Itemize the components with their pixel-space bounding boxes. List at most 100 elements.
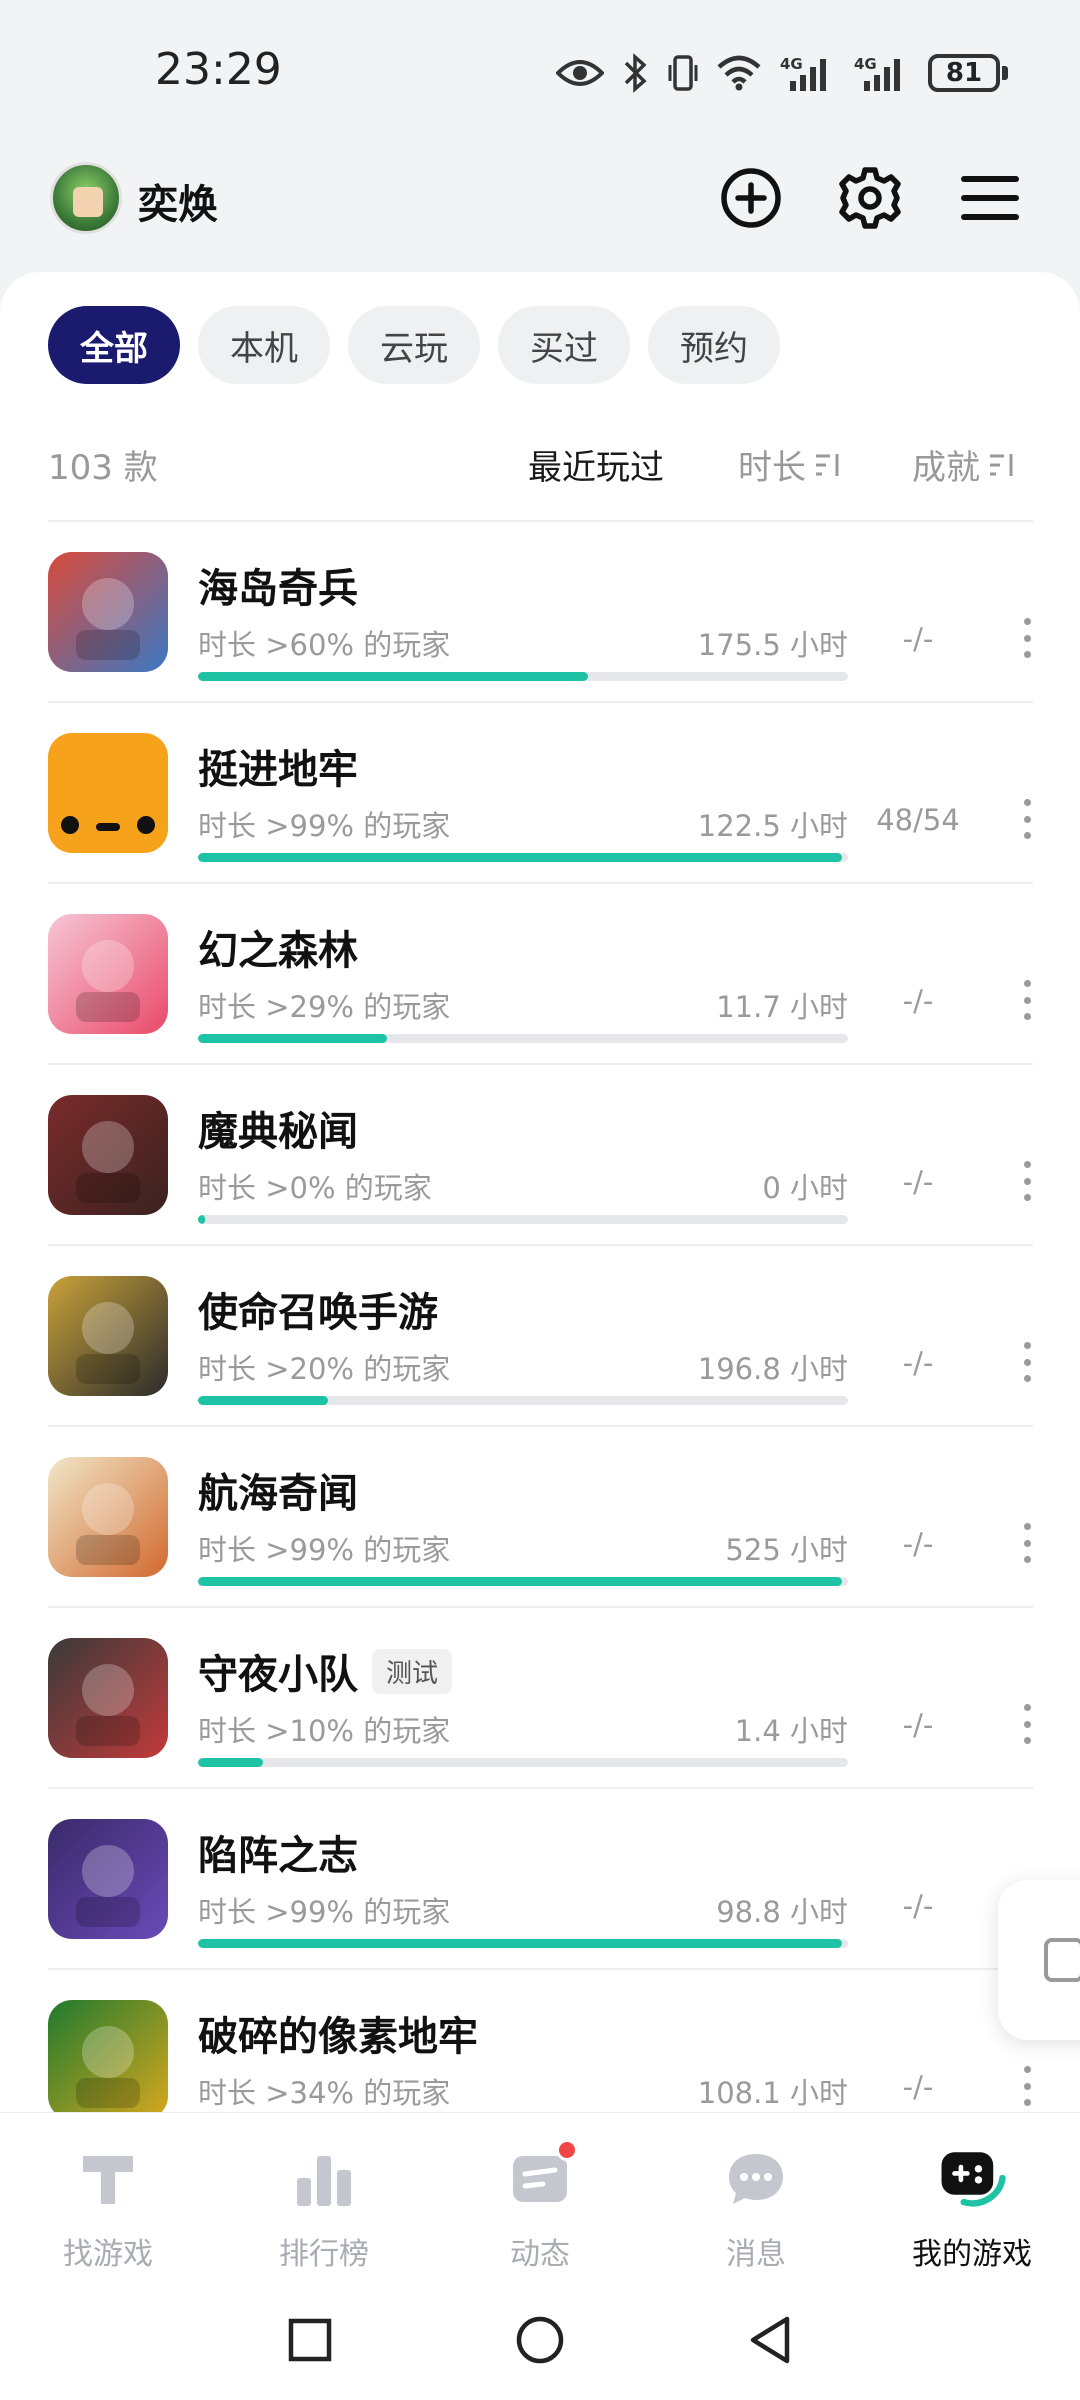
- sort-achievement[interactable]: 成就: [912, 440, 1016, 489]
- game-title-row: 使命召唤手游: [198, 1280, 438, 1338]
- nav-label: 排行榜: [279, 2237, 369, 2272]
- playtime-progress-fill: [198, 853, 842, 862]
- game-title-row: 海岛奇兵: [198, 556, 358, 614]
- sort-icon: [816, 453, 839, 476]
- playtime-progress-bar: [198, 1577, 848, 1586]
- tab-all[interactable]: 全部: [48, 306, 180, 384]
- playtime-progress-bar: [198, 1939, 848, 1948]
- game-icon[interactable]: [48, 1638, 168, 1758]
- playtime-percentile: 时长 >99% 的玩家: [198, 1895, 451, 1929]
- game-list-item[interactable]: 破碎的像素地牢 时长 >34% 的玩家 108.1 小时 -/-: [48, 1968, 1033, 2112]
- back-button[interactable]: [740, 2310, 800, 2370]
- game-artwork: [76, 1664, 140, 1746]
- game-artwork: [76, 1483, 140, 1565]
- achievement-count: 48/54: [876, 803, 960, 837]
- 4g-signal-icon: 4G: [854, 55, 900, 91]
- leaderboard-icon: [288, 2143, 360, 2215]
- game-icon[interactable]: [48, 1457, 168, 1577]
- download-manager-button[interactable]: [998, 1880, 1080, 2040]
- game-icon[interactable]: [48, 733, 168, 853]
- game-name: 使命召唤手游: [198, 1290, 438, 1336]
- nav-find-games[interactable]: 找游戏: [0, 2113, 216, 2283]
- more-options-icon[interactable]: [1021, 1704, 1033, 1744]
- playtime-progress-fill: [198, 1577, 842, 1586]
- nav-label: 消息: [726, 2237, 786, 2272]
- settings-button[interactable]: [834, 162, 906, 234]
- game-title-row: 守夜小队 测试: [198, 1642, 453, 1700]
- vibrate-icon: [668, 55, 698, 91]
- sort-recent[interactable]: 最近玩过: [528, 440, 664, 489]
- achievement-count: -/-: [902, 1889, 934, 1923]
- more-options-icon[interactable]: [1021, 1523, 1033, 1563]
- 4g-signal-icon: 4G: [780, 55, 826, 91]
- beta-tag: 测试: [372, 1648, 453, 1694]
- square-icon: [288, 2318, 332, 2362]
- sort-icon: [990, 453, 1013, 476]
- sort-duration[interactable]: 时长: [738, 440, 842, 489]
- game-icon[interactable]: [48, 1819, 168, 1939]
- tab-purchased[interactable]: 买过: [498, 306, 630, 384]
- more-options-icon[interactable]: [1021, 1342, 1033, 1382]
- game-list-item[interactable]: 幻之森林 时长 >29% 的玩家 11.7 小时 -/-: [48, 882, 1033, 1063]
- game-list-item[interactable]: 陷阵之志 时长 >99% 的玩家 98.8 小时 -/-: [48, 1787, 1033, 1968]
- nav-my-games[interactable]: 我的游戏: [864, 2113, 1080, 2283]
- game-icon[interactable]: [48, 914, 168, 1034]
- tab-reserved[interactable]: 预约: [648, 306, 780, 384]
- bottom-nav: 找游戏 排行榜 动态 消息 我的游戏: [0, 2112, 1080, 2282]
- game-artwork: [76, 940, 140, 1022]
- game-artwork: [76, 1302, 140, 1384]
- username[interactable]: 奕焕: [138, 172, 218, 230]
- more-options-icon[interactable]: [1021, 799, 1033, 839]
- game-icon[interactable]: [48, 2000, 168, 2112]
- more-options-icon[interactable]: [1021, 980, 1033, 1020]
- more-options-icon[interactable]: [1021, 618, 1033, 658]
- recents-button[interactable]: [280, 2310, 340, 2370]
- playtime-progress-bar: [198, 1034, 848, 1043]
- game-title-row: 幻之森林: [198, 918, 358, 976]
- achievement-count: -/-: [902, 1165, 934, 1199]
- menu-button[interactable]: [954, 162, 1026, 234]
- game-list-item[interactable]: 魔典秘闻 时长 >0% 的玩家 0 小时 -/-: [48, 1063, 1033, 1244]
- game-list-item[interactable]: 使命召唤手游 时长 >20% 的玩家 196.8 小时 -/-: [48, 1244, 1033, 1425]
- playtime-hours: 11.7 小时: [716, 990, 848, 1024]
- achievement-count: -/-: [902, 622, 934, 656]
- game-icon[interactable]: [48, 552, 168, 672]
- tab-cloud[interactable]: 云玩: [348, 306, 480, 384]
- playtime-percentile: 时长 >10% 的玩家: [198, 1714, 451, 1748]
- game-artwork: [76, 1121, 140, 1203]
- more-options-icon[interactable]: [1021, 1161, 1033, 1201]
- playtime-hours: 525 小时: [725, 1533, 848, 1567]
- game-title-row: 破碎的像素地牢: [198, 2004, 478, 2062]
- game-list-item[interactable]: 守夜小队 测试 时长 >10% 的玩家 1.4 小时 -/-: [48, 1606, 1033, 1787]
- game-list-item[interactable]: 航海奇闻 时长 >99% 的玩家 525 小时 -/-: [48, 1425, 1033, 1606]
- game-icon[interactable]: [48, 1095, 168, 1215]
- nav-messages[interactable]: 消息: [648, 2113, 864, 2283]
- game-artwork: [76, 1845, 140, 1927]
- playtime-progress-fill: [198, 1758, 263, 1767]
- nav-feed[interactable]: 动态: [432, 2113, 648, 2283]
- nav-label: 动态: [510, 2237, 570, 2272]
- home-button[interactable]: [510, 2310, 570, 2370]
- bluetooth-icon: [624, 53, 647, 93]
- game-list-item[interactable]: 海岛奇兵 时长 >60% 的玩家 175.5 小时 -/-: [48, 520, 1033, 701]
- nav-leaderboard[interactable]: 排行榜: [216, 2113, 432, 2283]
- game-list-item[interactable]: 挺进地牢 时长 >99% 的玩家 122.5 小时 48/54: [48, 701, 1033, 882]
- avatar[interactable]: [50, 162, 122, 234]
- playtime-hours: 122.5 小时: [697, 809, 848, 843]
- playtime-percentile: 时长 >20% 的玩家: [198, 1352, 451, 1386]
- find-games-icon: [72, 2143, 144, 2215]
- circle-icon: [516, 2316, 564, 2364]
- playtime-progress-bar: [198, 1396, 848, 1405]
- more-options-icon[interactable]: [1021, 2066, 1033, 2106]
- game-icon[interactable]: [48, 1276, 168, 1396]
- playtime-percentile: 时长 >99% 的玩家: [198, 809, 451, 843]
- add-button[interactable]: [715, 162, 787, 234]
- tab-local[interactable]: 本机: [198, 306, 330, 384]
- playtime-percentile: 时长 >34% 的玩家: [198, 2076, 451, 2110]
- achievement-count: -/-: [902, 1527, 934, 1561]
- playtime-percentile: 时长 >99% 的玩家: [198, 1533, 451, 1567]
- playtime-hours: 98.8 小时: [716, 1895, 848, 1929]
- game-name: 挺进地牢: [198, 747, 358, 793]
- playtime-progress-bar: [198, 672, 848, 681]
- game-name: 陷阵之志: [198, 1833, 358, 1879]
